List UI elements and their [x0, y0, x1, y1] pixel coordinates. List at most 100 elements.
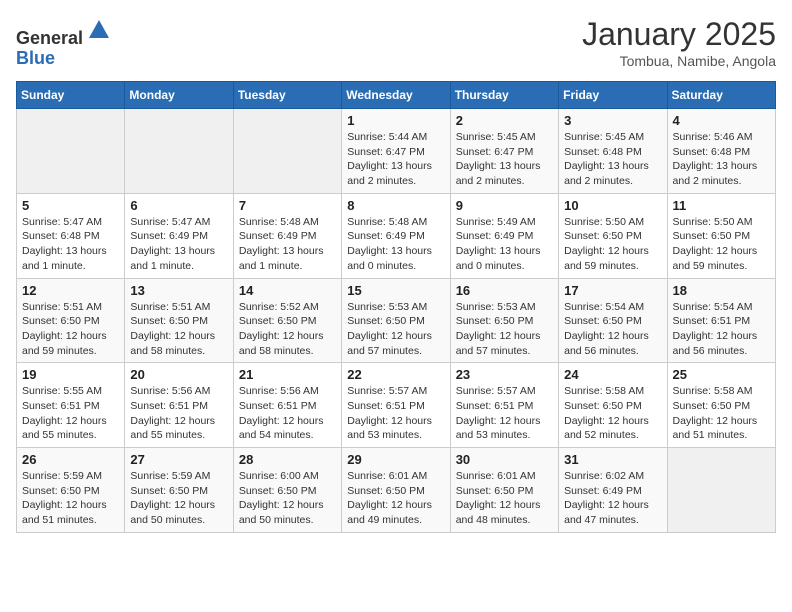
- day-info: Sunrise: 6:01 AM Sunset: 6:50 PM Dayligh…: [347, 469, 444, 528]
- calendar-week-5: 26 Sunrise: 5:59 AM Sunset: 6:50 PM Dayli…: [17, 448, 776, 533]
- logo-general: General: [16, 28, 83, 48]
- day-info: Sunrise: 5:54 AM Sunset: 6:50 PM Dayligh…: [564, 300, 661, 359]
- calendar-cell: [667, 448, 775, 533]
- day-number: 26: [22, 452, 119, 467]
- day-number: 14: [239, 283, 336, 298]
- day-number: 6: [130, 198, 227, 213]
- calendar-cell: 28 Sunrise: 6:00 AM Sunset: 6:50 PM Dayli…: [233, 448, 341, 533]
- day-number: 20: [130, 367, 227, 382]
- day-info: Sunrise: 5:58 AM Sunset: 6:50 PM Dayligh…: [564, 384, 661, 443]
- day-number: 11: [673, 198, 770, 213]
- day-info: Sunrise: 5:56 AM Sunset: 6:51 PM Dayligh…: [130, 384, 227, 443]
- calendar-cell: 7 Sunrise: 5:48 AM Sunset: 6:49 PM Daylig…: [233, 193, 341, 278]
- day-number: 27: [130, 452, 227, 467]
- calendar-cell: 2 Sunrise: 5:45 AM Sunset: 6:47 PM Daylig…: [450, 109, 558, 194]
- day-number: 7: [239, 198, 336, 213]
- calendar-table: SundayMondayTuesdayWednesdayThursdayFrid…: [16, 81, 776, 533]
- day-info: Sunrise: 6:02 AM Sunset: 6:49 PM Dayligh…: [564, 469, 661, 528]
- calendar-cell: 3 Sunrise: 5:45 AM Sunset: 6:48 PM Daylig…: [559, 109, 667, 194]
- day-number: 12: [22, 283, 119, 298]
- calendar-cell: 8 Sunrise: 5:48 AM Sunset: 6:49 PM Daylig…: [342, 193, 450, 278]
- logo-blue: Blue: [16, 48, 55, 68]
- calendar-cell: [17, 109, 125, 194]
- calendar-week-4: 19 Sunrise: 5:55 AM Sunset: 6:51 PM Dayli…: [17, 363, 776, 448]
- day-number: 1: [347, 113, 444, 128]
- day-number: 3: [564, 113, 661, 128]
- day-info: Sunrise: 6:00 AM Sunset: 6:50 PM Dayligh…: [239, 469, 336, 528]
- calendar-cell: 20 Sunrise: 5:56 AM Sunset: 6:51 PM Dayli…: [125, 363, 233, 448]
- day-info: Sunrise: 5:51 AM Sunset: 6:50 PM Dayligh…: [130, 300, 227, 359]
- calendar-cell: 29 Sunrise: 6:01 AM Sunset: 6:50 PM Dayli…: [342, 448, 450, 533]
- day-info: Sunrise: 5:45 AM Sunset: 6:48 PM Dayligh…: [564, 130, 661, 189]
- calendar-cell: 31 Sunrise: 6:02 AM Sunset: 6:49 PM Dayli…: [559, 448, 667, 533]
- day-info: Sunrise: 5:51 AM Sunset: 6:50 PM Dayligh…: [22, 300, 119, 359]
- calendar-cell: 1 Sunrise: 5:44 AM Sunset: 6:47 PM Daylig…: [342, 109, 450, 194]
- day-info: Sunrise: 5:50 AM Sunset: 6:50 PM Dayligh…: [564, 215, 661, 274]
- day-info: Sunrise: 5:59 AM Sunset: 6:50 PM Dayligh…: [130, 469, 227, 528]
- day-info: Sunrise: 5:57 AM Sunset: 6:51 PM Dayligh…: [347, 384, 444, 443]
- weekday-header-monday: Monday: [125, 82, 233, 109]
- day-number: 4: [673, 113, 770, 128]
- calendar-week-1: 1 Sunrise: 5:44 AM Sunset: 6:47 PM Daylig…: [17, 109, 776, 194]
- day-info: Sunrise: 5:53 AM Sunset: 6:50 PM Dayligh…: [456, 300, 553, 359]
- day-info: Sunrise: 5:44 AM Sunset: 6:47 PM Dayligh…: [347, 130, 444, 189]
- day-number: 30: [456, 452, 553, 467]
- day-number: 18: [673, 283, 770, 298]
- day-info: Sunrise: 6:01 AM Sunset: 6:50 PM Dayligh…: [456, 469, 553, 528]
- day-info: Sunrise: 5:56 AM Sunset: 6:51 PM Dayligh…: [239, 384, 336, 443]
- day-info: Sunrise: 5:48 AM Sunset: 6:49 PM Dayligh…: [239, 215, 336, 274]
- calendar-cell: [233, 109, 341, 194]
- day-number: 28: [239, 452, 336, 467]
- day-number: 8: [347, 198, 444, 213]
- day-info: Sunrise: 5:58 AM Sunset: 6:50 PM Dayligh…: [673, 384, 770, 443]
- logo: General Blue: [16, 16, 113, 69]
- day-number: 9: [456, 198, 553, 213]
- weekday-header-friday: Friday: [559, 82, 667, 109]
- day-number: 22: [347, 367, 444, 382]
- day-info: Sunrise: 5:45 AM Sunset: 6:47 PM Dayligh…: [456, 130, 553, 189]
- day-number: 29: [347, 452, 444, 467]
- day-info: Sunrise: 5:52 AM Sunset: 6:50 PM Dayligh…: [239, 300, 336, 359]
- page-header: General Blue January 2025 Tombua, Namibe…: [16, 16, 776, 69]
- day-number: 31: [564, 452, 661, 467]
- day-number: 19: [22, 367, 119, 382]
- weekday-header-tuesday: Tuesday: [233, 82, 341, 109]
- day-info: Sunrise: 5:49 AM Sunset: 6:49 PM Dayligh…: [456, 215, 553, 274]
- calendar-cell: 26 Sunrise: 5:59 AM Sunset: 6:50 PM Dayli…: [17, 448, 125, 533]
- title-block: January 2025 Tombua, Namibe, Angola: [582, 16, 776, 69]
- day-info: Sunrise: 5:48 AM Sunset: 6:49 PM Dayligh…: [347, 215, 444, 274]
- calendar-cell: 22 Sunrise: 5:57 AM Sunset: 6:51 PM Dayli…: [342, 363, 450, 448]
- calendar-cell: 10Sunrise: 5:50 AM Sunset: 6:50 PM Dayli…: [559, 193, 667, 278]
- calendar-cell: 17Sunrise: 5:54 AM Sunset: 6:50 PM Dayli…: [559, 278, 667, 363]
- day-info: Sunrise: 5:59 AM Sunset: 6:50 PM Dayligh…: [22, 469, 119, 528]
- day-info: Sunrise: 5:46 AM Sunset: 6:48 PM Dayligh…: [673, 130, 770, 189]
- day-number: 2: [456, 113, 553, 128]
- day-number: 25: [673, 367, 770, 382]
- day-info: Sunrise: 5:50 AM Sunset: 6:50 PM Dayligh…: [673, 215, 770, 274]
- calendar-cell: 6Sunrise: 5:47 AM Sunset: 6:49 PM Daylig…: [125, 193, 233, 278]
- day-number: 24: [564, 367, 661, 382]
- day-number: 21: [239, 367, 336, 382]
- day-number: 15: [347, 283, 444, 298]
- calendar-header: SundayMondayTuesdayWednesdayThursdayFrid…: [17, 82, 776, 109]
- calendar-body: 1 Sunrise: 5:44 AM Sunset: 6:47 PM Daylig…: [17, 109, 776, 533]
- weekday-header-row: SundayMondayTuesdayWednesdayThursdayFrid…: [17, 82, 776, 109]
- calendar-week-3: 12 Sunrise: 5:51 AM Sunset: 6:50 PM Dayli…: [17, 278, 776, 363]
- calendar-cell: 27 Sunrise: 5:59 AM Sunset: 6:50 PM Dayli…: [125, 448, 233, 533]
- day-number: 5: [22, 198, 119, 213]
- calendar-cell: 13Sunrise: 5:51 AM Sunset: 6:50 PM Dayli…: [125, 278, 233, 363]
- calendar-cell: 14 Sunrise: 5:52 AM Sunset: 6:50 PM Dayli…: [233, 278, 341, 363]
- day-info: Sunrise: 5:55 AM Sunset: 6:51 PM Dayligh…: [22, 384, 119, 443]
- location-subtitle: Tombua, Namibe, Angola: [582, 53, 776, 69]
- weekday-header-sunday: Sunday: [17, 82, 125, 109]
- day-info: Sunrise: 5:53 AM Sunset: 6:50 PM Dayligh…: [347, 300, 444, 359]
- calendar-cell: 21 Sunrise: 5:56 AM Sunset: 6:51 PM Dayli…: [233, 363, 341, 448]
- calendar-cell: 23Sunrise: 5:57 AM Sunset: 6:51 PM Dayli…: [450, 363, 558, 448]
- day-info: Sunrise: 5:57 AM Sunset: 6:51 PM Dayligh…: [456, 384, 553, 443]
- calendar-cell: 25 Sunrise: 5:58 AM Sunset: 6:50 PM Dayli…: [667, 363, 775, 448]
- calendar-cell: 16Sunrise: 5:53 AM Sunset: 6:50 PM Dayli…: [450, 278, 558, 363]
- calendar-cell: 9 Sunrise: 5:49 AM Sunset: 6:49 PM Daylig…: [450, 193, 558, 278]
- calendar-cell: 19 Sunrise: 5:55 AM Sunset: 6:51 PM Dayli…: [17, 363, 125, 448]
- logo-icon: [85, 16, 113, 44]
- calendar-cell: 30 Sunrise: 6:01 AM Sunset: 6:50 PM Dayli…: [450, 448, 558, 533]
